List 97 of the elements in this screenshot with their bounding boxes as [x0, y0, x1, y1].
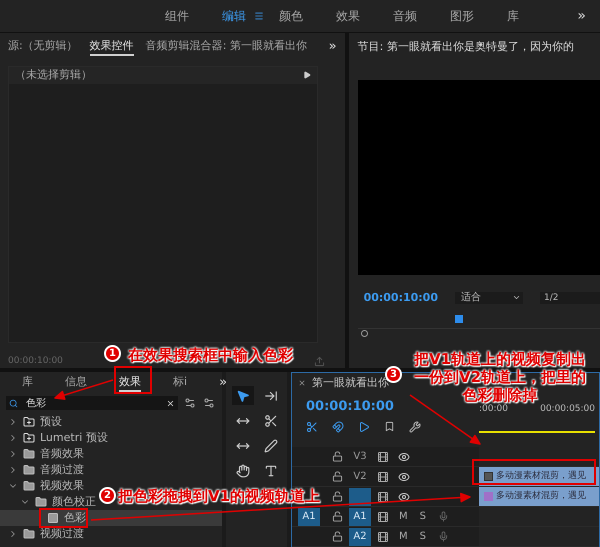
lock-icon[interactable] — [332, 451, 343, 462]
track-target[interactable]: V3 — [349, 448, 371, 466]
resolution-dropdown[interactable]: 1/2 — [540, 292, 600, 304]
more-button[interactable]: » — [328, 37, 337, 57]
more-button[interactable]: » — [577, 6, 586, 26]
panel-tab[interactable]: 源:（无剪辑） — [8, 38, 78, 56]
film-icon[interactable] — [377, 530, 389, 542]
folder-icon — [34, 496, 48, 508]
timecode: 00:00:10:00 — [364, 290, 438, 306]
wrench-icon[interactable] — [409, 420, 421, 432]
clip-header: （未选择剪辑） — [15, 67, 92, 84]
lock-icon[interactable] — [332, 531, 343, 542]
tree-row[interactable]: 视频效果 — [0, 478, 88, 494]
search-field[interactable]: 色彩 — [6, 396, 178, 410]
panel-title: 节目: 第一眼就看出你是奥特曼了，因为你的 — [358, 39, 575, 55]
pen-icon — [264, 438, 278, 452]
film-icon[interactable] — [377, 470, 389, 482]
tree-label: Lumetri 预设 — [40, 430, 108, 446]
track-target[interactable]: A1 — [349, 508, 371, 526]
film-icon[interactable] — [377, 510, 389, 522]
lock-icon[interactable] — [332, 471, 343, 482]
tree-row[interactable]: 音频效果 — [0, 446, 88, 462]
tree-row[interactable]: 音频过渡 — [0, 462, 88, 478]
tree-label: 视频效果 — [40, 478, 84, 494]
film-icon[interactable] — [377, 450, 389, 462]
mute-toggle[interactable]: M — [399, 509, 408, 524]
play-icon[interactable] — [303, 71, 311, 80]
video-clip[interactable]: 多动漫素材混剪，遇见 — [479, 487, 599, 506]
tree-label: 色彩 — [64, 510, 86, 526]
lock-icon[interactable] — [332, 511, 343, 522]
microphone-icon[interactable] — [438, 511, 449, 522]
workspace-tab[interactable]: 库 — [507, 7, 564, 25]
folder-icon — [22, 432, 36, 444]
workspace-tab[interactable]: 编辑 — [222, 7, 279, 25]
tree-label: 音频过渡 — [40, 462, 84, 478]
solo-toggle[interactable]: S — [420, 529, 426, 544]
tree-label: 预设 — [40, 414, 62, 430]
playhead[interactable] — [454, 315, 463, 323]
tool-button[interactable] — [232, 386, 254, 405]
panel-tab[interactable]: 音频剪辑混合器: 第一眼就看出你 — [146, 38, 307, 56]
eye-icon[interactable] — [398, 450, 410, 462]
hand-icon — [236, 464, 250, 478]
annotation-text: 在效果搜索框中输入色彩 — [128, 345, 293, 366]
highlight-frame — [114, 366, 152, 394]
mute-toggle[interactable]: M — [399, 529, 408, 544]
timecode: 00:00:10:00 — [306, 398, 395, 416]
tree-row[interactable]: 视频过渡 — [0, 526, 88, 542]
scissors-icon — [264, 414, 278, 428]
ruler-label: :00:00 — [479, 403, 508, 416]
panel-tab[interactable]: 效果控件 — [90, 38, 134, 56]
workspace-tab[interactable]: 颜色 — [279, 7, 336, 25]
tree-label: 音频效果 — [40, 446, 84, 462]
source-patch[interactable]: A1 — [298, 508, 320, 526]
panel-tab[interactable]: 库 — [22, 374, 33, 392]
panel-tab[interactable]: 信息 — [65, 374, 87, 392]
search-icon — [9, 398, 18, 408]
film-icon[interactable] — [377, 490, 389, 502]
workspace-tab[interactable]: 组件 — [165, 7, 222, 25]
snap-icon[interactable] — [332, 420, 344, 432]
text-tool-icon — [264, 464, 278, 478]
microphone-icon[interactable] — [438, 531, 449, 542]
marker-icon[interactable] — [384, 421, 395, 432]
timecode: 00:00:10:00 — [8, 354, 63, 368]
panel-tab[interactable]: 效果 — [119, 374, 141, 392]
track-target[interactable]: V2 — [349, 468, 371, 486]
workspace-tab[interactable]: 效果 — [336, 7, 393, 25]
tree-row[interactable]: 色彩 — [0, 510, 222, 526]
more-button[interactable]: » — [219, 373, 228, 393]
tree-row[interactable]: 预设 — [0, 414, 66, 430]
ruler-label: 00:00:05:00 — [540, 403, 595, 416]
tree-label: 颜色校正 — [52, 494, 96, 510]
annotation-text: 把V1轨道上的视频复制出 一份到V2轨道上，把里的 色彩删除掉 — [412, 350, 588, 404]
tree-row[interactable]: 颜色校正 — [0, 494, 100, 510]
folder-icon — [22, 448, 36, 460]
folder-icon — [22, 480, 36, 492]
lock-icon[interactable] — [332, 491, 343, 502]
track-target[interactable]: A2 — [349, 528, 371, 546]
eye-icon[interactable] — [398, 490, 410, 502]
workspace-tab[interactable]: 图形 — [450, 7, 507, 25]
zoom-dropdown[interactable]: 适合 — [455, 292, 523, 304]
folder-icon — [22, 528, 36, 540]
arrow-to-line-icon — [264, 388, 278, 402]
panel-tab[interactable]: 标i — [173, 374, 188, 392]
menu-icon[interactable] — [254, 11, 264, 21]
workspace-tab[interactable]: 音频 — [393, 7, 450, 25]
close-icon[interactable] — [298, 379, 306, 387]
in-point-icon[interactable] — [360, 330, 368, 337]
clear-icon[interactable] — [166, 398, 175, 408]
tree-label: 视频过渡 — [40, 526, 84, 542]
pointer-icon — [236, 388, 250, 402]
effect-icon — [46, 512, 60, 524]
highlight-frame — [39, 508, 88, 528]
solo-toggle[interactable]: S — [420, 509, 426, 524]
tree-row[interactable]: Lumetri 预设 — [0, 430, 112, 446]
folder-icon — [22, 416, 36, 428]
folder-icon — [22, 464, 36, 476]
eye-icon[interactable] — [398, 470, 410, 482]
